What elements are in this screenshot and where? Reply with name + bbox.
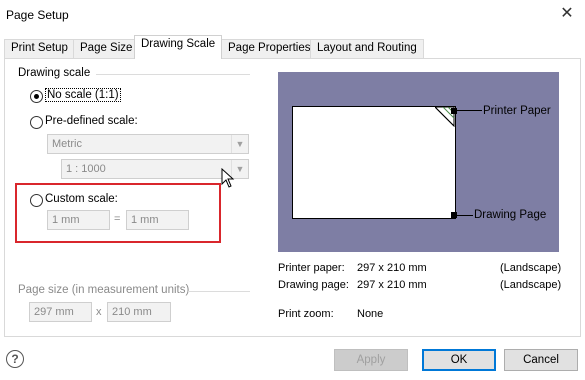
no-scale-label[interactable]: No scale (1:1) bbox=[45, 88, 121, 102]
predefined-scale-label[interactable]: Pre-defined scale: bbox=[45, 115, 138, 127]
tab-print-setup[interactable]: Print Setup bbox=[4, 39, 75, 58]
printer-paper-value: 297 x 210 mm bbox=[357, 262, 427, 274]
tab-strip: Print Setup Page Size Drawing Scale Page… bbox=[0, 34, 585, 59]
drawing-page-leader bbox=[456, 215, 473, 216]
page-preview: Printer Paper Drawing Page bbox=[278, 72, 559, 252]
group-divider bbox=[96, 74, 250, 75]
dialog-title: Page Setup bbox=[6, 8, 69, 22]
cancel-button[interactable]: Cancel bbox=[504, 349, 578, 371]
tab-drawing-scale[interactable]: Drawing Scale bbox=[134, 35, 223, 59]
chevron-down-icon[interactable]: ▼ bbox=[231, 135, 248, 153]
drawing-page-value: 297 x 210 mm bbox=[357, 279, 427, 291]
printer-paper-marker bbox=[451, 108, 457, 114]
radio-selected-dot bbox=[34, 94, 39, 99]
page-height-input[interactable]: 210 mm bbox=[107, 302, 171, 322]
custom-scale-label[interactable]: Custom scale: bbox=[45, 193, 118, 205]
size-separator: x bbox=[96, 306, 102, 318]
mouse-cursor-icon bbox=[221, 168, 235, 188]
predefined-scale-radio[interactable] bbox=[30, 116, 43, 129]
custom-scale-right-input[interactable]: 1 mm bbox=[126, 210, 189, 230]
print-zoom-key: Print zoom: bbox=[278, 308, 334, 320]
tab-layout-and-routing[interactable]: Layout and Routing bbox=[310, 39, 424, 58]
print-zoom-value: None bbox=[357, 308, 384, 320]
apply-button[interactable]: Apply bbox=[334, 349, 408, 371]
printer-paper-label: Printer Paper bbox=[483, 105, 551, 117]
group-divider bbox=[188, 291, 250, 292]
drawing-page-orientation: (Landscape) bbox=[500, 279, 562, 291]
custom-scale-left-input[interactable]: 1 mm bbox=[47, 210, 110, 230]
help-icon[interactable]: ? bbox=[6, 350, 24, 368]
drawing-page-label: Drawing Page bbox=[474, 209, 547, 221]
printer-paper-orientation: (Landscape) bbox=[500, 262, 562, 274]
drawing-scale-group-label: Drawing scale bbox=[18, 67, 91, 79]
printer-paper-key: Printer paper: bbox=[278, 262, 345, 274]
drawing-page-key: Drawing page: bbox=[278, 279, 349, 291]
printer-paper-leader bbox=[456, 110, 482, 111]
no-scale-radio[interactable] bbox=[30, 90, 43, 103]
page-width-input[interactable]: 297 mm bbox=[29, 302, 92, 322]
tab-page-properties[interactable]: Page Properties bbox=[221, 39, 318, 58]
predefined-category-select[interactable]: Metric ▼ bbox=[47, 134, 249, 154]
title-bar: Page Setup ✕ bbox=[0, 0, 585, 30]
equals-sign: = bbox=[114, 213, 121, 225]
page-size-group-label: Page size (in measurement units) bbox=[18, 284, 190, 296]
close-icon[interactable]: ✕ bbox=[556, 4, 578, 26]
ok-button[interactable]: OK bbox=[422, 349, 496, 371]
custom-scale-radio[interactable] bbox=[30, 194, 43, 207]
tab-page-size[interactable]: Page Size bbox=[73, 39, 140, 58]
drawing-page-preview bbox=[292, 106, 456, 219]
